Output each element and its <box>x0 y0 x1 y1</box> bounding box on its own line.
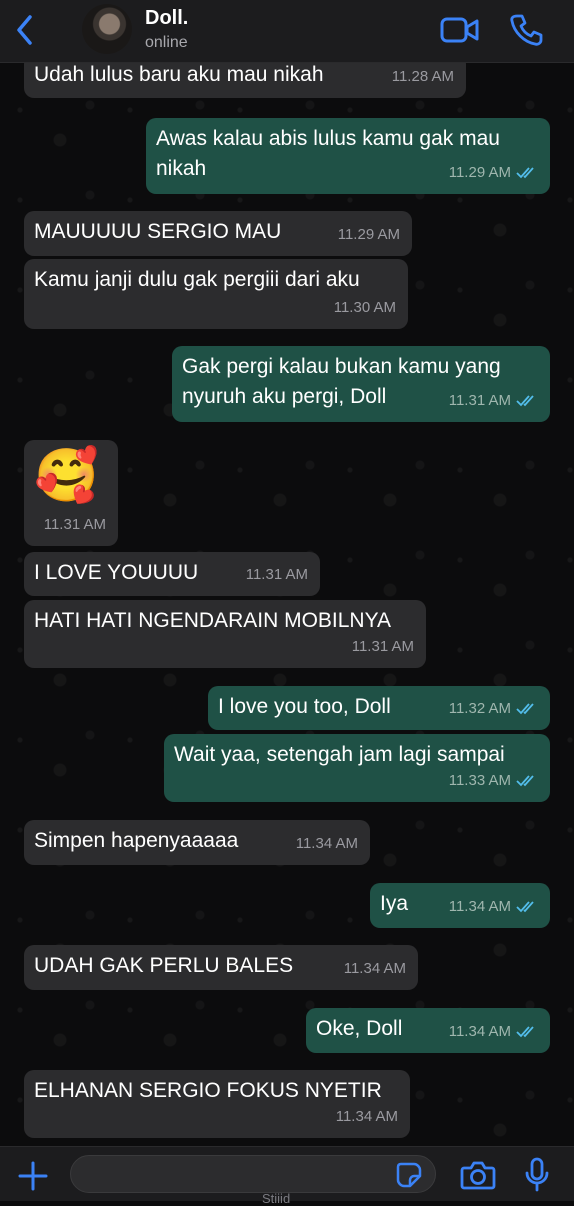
message-time: 11.30 AM <box>333 299 396 316</box>
message-bubble[interactable]: Simpen hapenyaaaaa 11.34 AM <box>24 820 370 865</box>
message-time: 11.31 AM <box>43 516 106 533</box>
message-bubble[interactable]: I LOVE YOUUUU 11.31 AM <box>24 552 320 596</box>
input-footer-text: Stiiid <box>262 1191 291 1206</box>
message-meta: 11.31 AM <box>246 560 308 590</box>
message-time: 11.34 AM <box>335 1108 398 1125</box>
message-time: 11.31 AM <box>245 566 308 583</box>
message-bubble[interactable]: Oke, Doll 11.34 AM <box>306 1008 550 1053</box>
message-bubble[interactable]: Gak pergi kalau bukan kamu yang nyuruh a… <box>172 346 550 422</box>
sticker-icon <box>396 1162 422 1188</box>
message-meta: 11.34 AM <box>449 892 538 922</box>
smiling-face-with-hearts-emoji: 🥰 <box>34 447 99 505</box>
message-meta: 11.33 AM <box>449 766 538 796</box>
message-time: 11.34 AM <box>448 1023 511 1040</box>
message-input[interactable] <box>70 1155 436 1193</box>
message-bubble[interactable]: Kamu janji dulu gak pergiii dari aku 11.… <box>24 259 408 329</box>
message-time: 11.34 AM <box>343 960 406 977</box>
phone-icon <box>510 14 543 46</box>
double-check-icon <box>516 167 534 179</box>
camera-icon <box>460 1161 496 1190</box>
double-check-icon <box>516 1026 534 1038</box>
back-button[interactable] <box>10 12 42 48</box>
chevron-left-icon <box>17 15 32 45</box>
voice-message-button[interactable] <box>524 1157 550 1193</box>
message-meta: 11.34 AM <box>296 829 358 859</box>
message-time: 11.31 AM <box>351 638 414 655</box>
message-time: 11.29 AM <box>448 164 511 181</box>
video-camera-icon <box>440 17 479 43</box>
message-meta: 11.29 AM <box>449 158 538 188</box>
attach-button[interactable] <box>16 1159 50 1193</box>
message-bubble[interactable]: MAUUUUU SERGIO MAU 11.29 AM <box>24 211 412 256</box>
message-meta: 11.31 AM <box>449 386 538 416</box>
message-meta: 11.32 AM <box>449 694 538 724</box>
message-meta: 11.34 AM <box>449 1017 538 1047</box>
double-check-icon <box>516 901 534 913</box>
message-time: 11.29 AM <box>337 226 400 243</box>
double-check-icon <box>516 703 534 715</box>
message-bubble[interactable]: Awas kalau abis lulus kamu gak mau nikah… <box>146 118 550 194</box>
message-time: 11.33 AM <box>448 772 511 789</box>
message-time: 11.31 AM <box>448 392 511 409</box>
message-time: 11.34 AM <box>295 835 358 852</box>
double-check-icon <box>516 775 534 787</box>
message-meta: 11.29 AM <box>338 220 400 250</box>
message-time: 11.34 AM <box>448 898 511 915</box>
message-meta: 11.34 AM <box>336 1102 398 1132</box>
message-bubble[interactable]: I love you too, Doll 11.32 AM <box>208 686 550 730</box>
plus-icon <box>18 1161 48 1191</box>
emoji-message[interactable]: 🥰 11.31 AM <box>24 440 118 546</box>
message-time: 11.32 AM <box>448 700 511 717</box>
message-meta: 11.30 AM <box>334 293 396 323</box>
chat-header: Doll. online <box>0 0 574 63</box>
microphone-icon <box>525 1157 549 1192</box>
message-bubble[interactable]: UDAH GAK PERLU BALES 11.34 AM <box>24 945 418 990</box>
message-text: Kamu janji dulu gak pergiii dari aku <box>34 268 360 291</box>
message-time: 11.28 AM <box>391 68 454 85</box>
message-bubble[interactable]: Iya 11.34 AM <box>370 883 550 928</box>
contact-name[interactable]: Doll. <box>145 7 188 30</box>
message-bubble[interactable]: ELHANAN SERGIO FOKUS NYETIR 11.34 AM <box>24 1070 410 1138</box>
sticker-button[interactable] <box>396 1162 422 1188</box>
double-check-icon <box>516 395 534 407</box>
message-meta: 11.31 AM <box>44 510 106 540</box>
contact-avatar[interactable] <box>82 4 132 54</box>
message-bubble[interactable]: Wait yaa, setengah jam lagi sampai 11.33… <box>164 734 550 802</box>
message-bubble[interactable]: HATI HATI NGENDARAIN MOBILNYA 11.31 AM <box>24 600 426 668</box>
video-call-button[interactable] <box>440 14 480 46</box>
camera-button[interactable] <box>460 1159 496 1191</box>
voice-call-button[interactable] <box>508 12 544 48</box>
message-meta: 11.34 AM <box>344 954 406 984</box>
contact-status: online <box>145 34 188 51</box>
message-meta: 11.31 AM <box>352 632 414 662</box>
message-meta: 11.28 AM <box>392 62 454 92</box>
